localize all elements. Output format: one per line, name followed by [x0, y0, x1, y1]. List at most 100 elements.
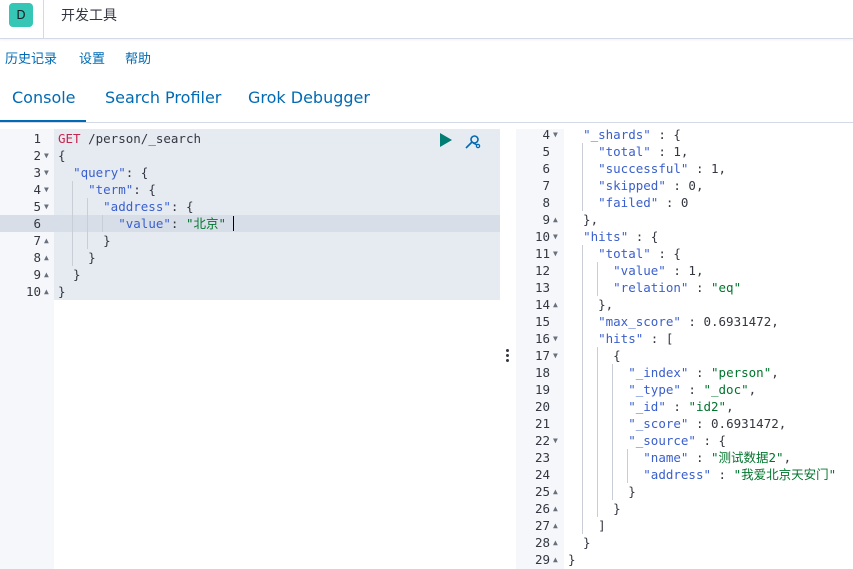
line-number: 5	[33, 199, 41, 214]
code-text: "total" : {	[598, 246, 681, 261]
code-text: }	[568, 501, 621, 516]
indent-guide	[582, 381, 584, 398]
code-text: "name" : "测试数据2",	[643, 450, 792, 465]
code-text: "hits" : [	[598, 331, 674, 346]
line-number: 18	[534, 365, 550, 380]
indent-guide	[597, 347, 599, 364]
code-text: ]	[568, 518, 606, 533]
indent-guide	[597, 500, 599, 517]
indent-guide	[612, 466, 614, 483]
wrench-icon[interactable]	[463, 133, 481, 151]
fold-close-icon[interactable]: ▲	[553, 500, 558, 517]
tab-grok-debugger[interactable]: Grok Debugger	[248, 88, 370, 107]
indent-guide	[582, 466, 584, 483]
indent-guide	[582, 313, 584, 330]
fold-open-icon[interactable]: ▼	[553, 245, 558, 262]
code-text: {	[58, 148, 66, 163]
indent-guide	[72, 198, 74, 215]
fold-close-icon[interactable]: ▲	[44, 249, 49, 266]
response-viewer: 4 ▼ "_shards" : {5 "total" : 1, 6 "success…	[516, 129, 853, 569]
indent-guide	[87, 232, 89, 249]
indent-guide	[597, 466, 599, 483]
request-editor[interactable]: 1 GET /person/_search 2 ▼{3 ▼ "query": {4 ▼ "…	[0, 129, 500, 569]
indent-guide	[612, 415, 614, 432]
code-line: 19 "_type" : "_doc",	[516, 381, 853, 398]
code-line: 25 ▲ }	[516, 483, 853, 500]
line-number: 17	[534, 348, 550, 363]
code-line: 14 ▲ },	[516, 296, 853, 313]
line-number: 2	[33, 148, 41, 163]
fold-open-icon[interactable]: ▼	[553, 330, 558, 347]
indent-guide	[582, 177, 584, 194]
vertical-dots-icon[interactable]	[506, 349, 510, 363]
code-text: }	[58, 267, 81, 282]
fold-open-icon[interactable]: ▼	[44, 181, 49, 198]
fold-close-icon[interactable]: ▲	[44, 232, 49, 249]
code-text: GET /person/_search	[58, 130, 201, 147]
code-line: 11 ▼ "total" : {	[516, 245, 853, 262]
fold-close-icon[interactable]: ▲	[553, 483, 558, 500]
fold-open-icon[interactable]: ▼	[553, 432, 558, 449]
fold-close-icon[interactable]: ▲	[44, 266, 49, 283]
indent-guide	[582, 160, 584, 177]
indent-guide	[72, 215, 74, 232]
devtools-tabs: Console Search Profiler Grok Debugger	[0, 78, 853, 123]
indent-guide	[582, 415, 584, 432]
line-number: 1	[33, 131, 41, 146]
code-line: 18 "_index" : "person",	[516, 364, 853, 381]
history-link[interactable]: 历史记录	[5, 48, 57, 67]
fold-open-icon[interactable]: ▼	[553, 228, 558, 245]
play-icon[interactable]	[439, 133, 453, 147]
indent-guide	[597, 381, 599, 398]
line-number: 8	[33, 250, 41, 265]
code-line: 16 ▼ "hits" : [	[516, 330, 853, 347]
code-text: "_source" : {	[628, 433, 727, 448]
line-number: 10	[534, 229, 550, 244]
tab-console[interactable]: Console	[12, 88, 76, 107]
code-text: "address": {	[103, 199, 194, 214]
fold-open-icon[interactable]: ▼	[553, 129, 558, 143]
code-line: 4 ▼ "term": {	[0, 181, 500, 198]
code-line: 12 "value" : 1,	[516, 262, 853, 279]
fold-close-icon[interactable]: ▲	[44, 283, 49, 300]
settings-link[interactable]: 设置	[79, 48, 105, 67]
code-line: 6 "successful" : 1,	[516, 160, 853, 177]
code-text: "value": "北京"	[118, 216, 227, 231]
code-line: 10 ▲}	[0, 283, 500, 300]
fold-close-icon[interactable]: ▲	[553, 551, 558, 568]
fold-close-icon[interactable]: ▲	[553, 517, 558, 534]
tab-search-profiler[interactable]: Search Profiler	[105, 88, 221, 107]
fold-open-icon[interactable]: ▼	[44, 198, 49, 215]
indent-guide	[612, 398, 614, 415]
code-line: 3 ▼ "query": {	[0, 164, 500, 181]
code-text: "value" : 1,	[613, 263, 704, 278]
fold-close-icon[interactable]: ▲	[553, 296, 558, 313]
fold-close-icon[interactable]: ▲	[553, 211, 558, 228]
indent-guide	[72, 249, 74, 266]
indent-guide	[612, 381, 614, 398]
code-text: "_id" : "id2",	[628, 399, 734, 414]
page-title: 开发工具	[61, 8, 117, 24]
code-text: }	[58, 284, 66, 299]
code-line: 5 ▼ "address": {	[0, 198, 500, 215]
indent-guide	[612, 432, 614, 449]
fold-open-icon[interactable]: ▼	[44, 147, 49, 164]
code-line: 23 "name" : "测试数据2",	[516, 449, 853, 466]
indent-guide	[597, 279, 599, 296]
help-link[interactable]: 帮助	[125, 48, 151, 67]
indent-guide	[627, 449, 629, 466]
line-number: 15	[534, 314, 550, 329]
indent-guide	[597, 398, 599, 415]
code-text: "skipped" : 0,	[598, 178, 704, 193]
space-avatar[interactable]: D	[9, 3, 33, 27]
fold-open-icon[interactable]: ▼	[44, 164, 49, 181]
indent-guide	[582, 364, 584, 381]
indent-guide	[582, 245, 584, 262]
code-text: }	[58, 250, 96, 265]
fold-open-icon[interactable]: ▼	[553, 347, 558, 364]
fold-close-icon[interactable]: ▲	[553, 534, 558, 551]
code-line: 9 ▲ },	[516, 211, 853, 228]
indent-guide	[582, 279, 584, 296]
indent-guide	[87, 198, 89, 215]
code-line: 24 "address" : "我爱北京天安门"	[516, 466, 853, 483]
